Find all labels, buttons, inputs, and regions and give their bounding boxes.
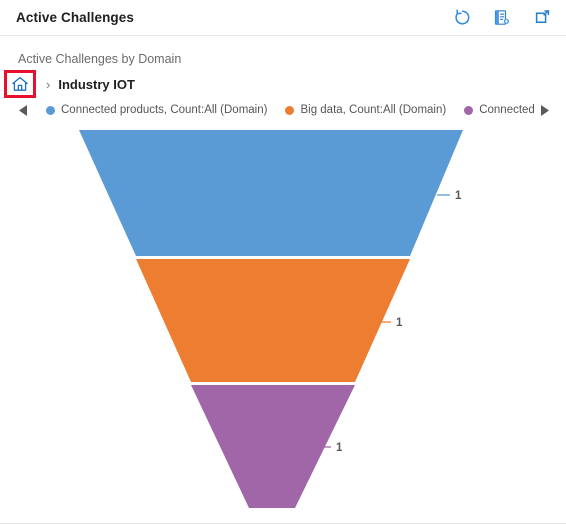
legend-item-connected-products[interactable]: Connected products, Count:All (Domain) — [46, 104, 267, 116]
legend-next-arrow[interactable] — [534, 104, 556, 116]
legend-item-connected-operations[interactable]: Connected Opera — [464, 104, 534, 116]
funnel-data-label-3: 1 — [336, 442, 343, 454]
chart-legend: Connected products, Count:All (Domain) B… — [0, 100, 566, 120]
legend-color-swatch — [46, 105, 55, 115]
funnel-data-label-1: 1 — [455, 190, 462, 202]
legend-item-label: Connected products, Count:All (Domain) — [61, 104, 268, 116]
funnel-segment-1[interactable] — [79, 130, 463, 256]
funnel-data-label-2: 1 — [396, 317, 403, 329]
refresh-icon[interactable] — [452, 8, 472, 28]
home-breadcrumb-highlight — [4, 70, 36, 98]
legend-color-swatch — [285, 105, 295, 115]
funnel-chart: 1 1 1 — [0, 120, 566, 518]
legend-prev-arrow[interactable] — [12, 104, 34, 116]
legend-item-label: Connected Opera — [479, 104, 534, 116]
home-icon[interactable] — [11, 75, 29, 93]
header-actions — [452, 8, 552, 28]
funnel-segment-2[interactable] — [136, 259, 410, 382]
breadcrumb-separator: › — [46, 76, 51, 92]
chart-subtitle: Active Challenges by Domain — [18, 52, 182, 66]
card-header: Active Challenges — [0, 0, 566, 36]
breadcrumb-current[interactable]: Industry IOT — [58, 77, 135, 92]
export-report-icon[interactable] — [492, 8, 512, 28]
legend-item-label: Big data, Count:All (Domain) — [300, 104, 447, 116]
breadcrumb: › Industry IOT — [4, 70, 135, 98]
legend-color-swatch — [464, 105, 474, 115]
legend-items: Connected products, Count:All (Domain) B… — [46, 104, 534, 116]
expand-icon[interactable] — [532, 8, 552, 28]
page-title: Active Challenges — [16, 10, 134, 25]
legend-item-big-data[interactable]: Big data, Count:All (Domain) — [285, 104, 446, 116]
